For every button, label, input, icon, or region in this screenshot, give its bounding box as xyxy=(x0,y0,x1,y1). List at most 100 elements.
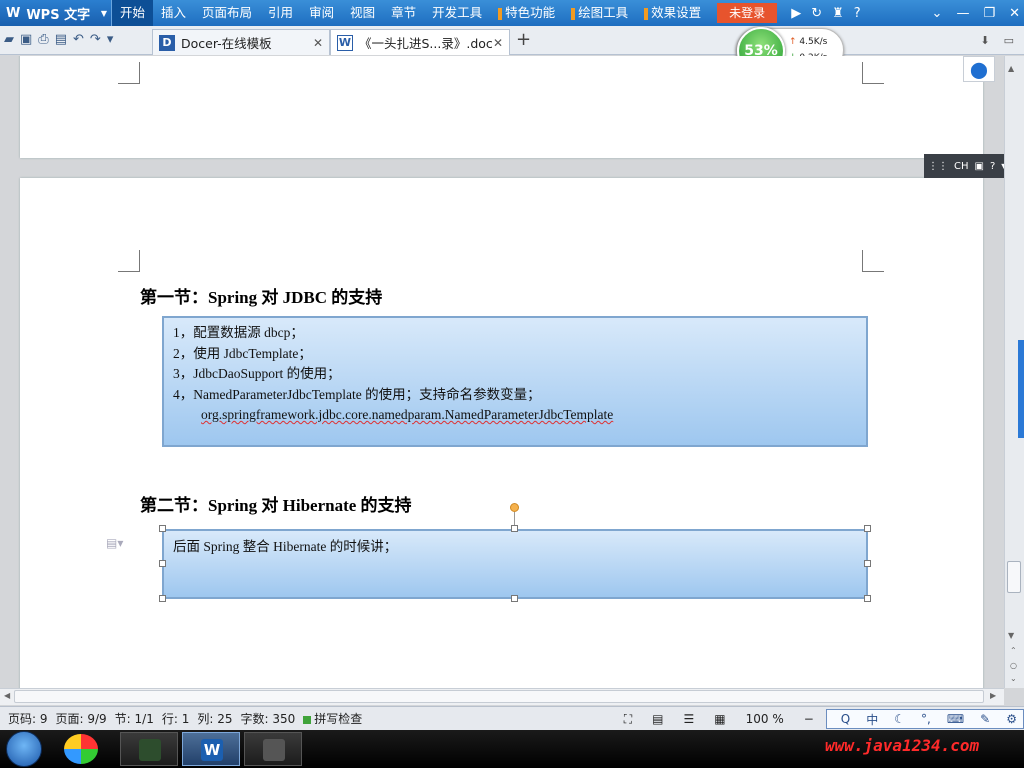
taskbar-app-capture[interactable] xyxy=(244,732,302,766)
spell-check-toggle[interactable]: 拼写检查 xyxy=(303,710,362,727)
tab-drawing-tools[interactable]: 绘图工具 xyxy=(563,0,636,26)
tab-page-layout[interactable]: 页面布局 xyxy=(194,0,260,26)
save-icon[interactable]: ▣ xyxy=(20,32,32,47)
resize-handle[interactable] xyxy=(511,525,518,532)
tab-current-document[interactable]: W 《一头扎进S...录》.doc ✕ xyxy=(330,29,510,55)
section-heading-1[interactable]: 第一节：Spring 对 JDBC 的支持 xyxy=(140,283,382,308)
tools-icon[interactable]: ✎ xyxy=(980,712,990,726)
taskbar-app-wps[interactable]: W xyxy=(182,732,240,766)
list-item[interactable]: 2，使用 JdbcTemplate； xyxy=(173,344,866,365)
location-pin-icon[interactable]: ⬤ xyxy=(963,56,995,82)
resize-handle[interactable] xyxy=(864,560,871,567)
status-word-count[interactable]: 字数: 350 xyxy=(240,710,295,727)
resize-handle[interactable] xyxy=(159,595,166,602)
zoom-out-icon[interactable]: − xyxy=(804,712,814,726)
input-method-icon[interactable]: ▣ xyxy=(975,161,984,172)
app-launcher-icon[interactable] xyxy=(64,734,98,764)
open-folder-icon[interactable]: ▰ xyxy=(4,32,14,47)
refresh-icon[interactable]: ↻ xyxy=(811,6,822,21)
document-tab-bar: ▰ ▣ ⎙ ▤ ↶ ↷ ▾ D Docer-在线模板 ✕ W 《一头扎进S...… xyxy=(0,26,1024,55)
restore-icon[interactable]: ❐ xyxy=(983,6,995,21)
chevron-down-icon[interactable]: ▾ xyxy=(107,32,114,47)
status-row[interactable]: 行: 1 xyxy=(162,710,190,727)
tab-insert[interactable]: 插入 xyxy=(153,0,194,26)
resize-handle[interactable] xyxy=(511,595,518,602)
next-page-icon[interactable]: ⌄ xyxy=(1010,674,1017,683)
chevron-down-icon[interactable]: ⌄ xyxy=(932,6,943,21)
ime-logo-icon[interactable]: Q xyxy=(841,712,850,726)
status-pages[interactable]: 页面: 9/9 xyxy=(56,710,107,727)
full-screen-view-icon[interactable]: ⛶ xyxy=(624,712,632,727)
settings-icon[interactable]: ⚙ xyxy=(1006,712,1017,726)
ime-mode[interactable]: 中 xyxy=(866,711,878,728)
status-col[interactable]: 列: 25 xyxy=(197,710,232,727)
skin-icon[interactable]: ♜ xyxy=(832,6,844,21)
status-bar: 页码: 9 页面: 9/9 节: 1/1 行: 1 列: 25 字数: 350 … xyxy=(0,706,1024,730)
play-icon[interactable]: ▶ xyxy=(791,6,801,21)
moon-icon[interactable]: ☾ xyxy=(894,712,905,726)
scroll-right-icon[interactable]: ▶ xyxy=(990,691,996,700)
page-current[interactable]: 第一节：Spring 对 JDBC 的支持 1，配置数据源 dbcp； 2，使用… xyxy=(20,178,983,688)
keyboard-icon[interactable]: ⌨ xyxy=(947,712,964,726)
scroll-thumb[interactable] xyxy=(14,690,984,703)
close-icon[interactable]: ✕ xyxy=(313,36,323,50)
list-item[interactable]: 4，NamedParameterJdbcTemplate 的使用；支持命名参数变… xyxy=(173,385,866,406)
document-workspace[interactable]: 第一节：Spring 对 JDBC 的支持 1，配置数据源 dbcp； 2，使用… xyxy=(0,56,1004,688)
resize-handle[interactable] xyxy=(159,525,166,532)
select-browse-object-icon[interactable]: ○ xyxy=(1010,661,1017,670)
close-icon[interactable]: ✕ xyxy=(1009,6,1020,21)
tab-view[interactable]: 视图 xyxy=(342,0,383,26)
minimize-icon[interactable]: — xyxy=(956,6,969,21)
print-preview-icon[interactable]: ▤ xyxy=(55,32,67,47)
close-icon[interactable]: ✕ xyxy=(493,36,503,50)
print-icon[interactable]: ⎙ xyxy=(38,32,48,47)
textbox-hibernate[interactable]: 后面 Spring 整合 Hibernate 的时候讲； xyxy=(162,529,868,599)
pin-icon[interactable]: ⬇ xyxy=(980,34,989,47)
page-view-icon[interactable]: ▤ xyxy=(652,712,663,726)
list-item[interactable]: 3，JdbcDaoSupport 的使用； xyxy=(173,364,866,385)
tab-chapter[interactable]: 章节 xyxy=(383,0,424,26)
tab-developer[interactable]: 开发工具 xyxy=(424,0,490,26)
tab-home[interactable]: 开始 xyxy=(112,0,154,26)
side-panel-toggle[interactable] xyxy=(1018,340,1024,438)
help-icon[interactable]: ? xyxy=(990,161,995,172)
paste-options-icon[interactable]: ▤▾ xyxy=(106,536,123,550)
list-item[interactable]: 1，配置数据源 dbcp； xyxy=(173,323,866,344)
redo-icon[interactable]: ↷ xyxy=(90,32,101,47)
undo-icon[interactable]: ↶ xyxy=(73,32,84,47)
scroll-down-icon[interactable]: ▼ xyxy=(1008,631,1014,640)
tab-special-features[interactable]: 特色功能 xyxy=(490,0,563,26)
new-tab-plus-icon[interactable]: + xyxy=(516,29,531,50)
section-heading-2[interactable]: 第二节：Spring 对 Hibernate 的支持 xyxy=(140,491,412,516)
scroll-up-icon[interactable]: ▲ xyxy=(1008,64,1014,73)
fullscreen-icon[interactable]: ▭ xyxy=(1004,34,1014,47)
scroll-thumb[interactable] xyxy=(1007,561,1021,593)
grip-icon[interactable]: ⋮⋮ xyxy=(928,161,948,172)
list-item[interactable]: 后面 Spring 整合 Hibernate 的时候讲； xyxy=(173,537,866,558)
prev-page-icon[interactable]: ⌃ xyxy=(1010,646,1017,655)
tab-review[interactable]: 审阅 xyxy=(301,0,342,26)
resize-handle[interactable] xyxy=(864,525,871,532)
zoom-level[interactable]: 100 % xyxy=(746,712,784,726)
status-page-code[interactable]: 页码: 9 xyxy=(8,710,48,727)
status-section[interactable]: 节: 1/1 xyxy=(115,710,154,727)
outline-view-icon[interactable]: ☰ xyxy=(683,712,694,726)
scroll-left-icon[interactable]: ◀ xyxy=(4,691,10,700)
horizontal-scrollbar[interactable]: ◀ ▶ xyxy=(0,688,1004,705)
list-item[interactable]: org.springframework.jdbc.core.namedparam… xyxy=(173,405,866,426)
language-indicator[interactable]: CH xyxy=(954,161,969,172)
tab-docer-templates[interactable]: D Docer-在线模板 ✕ xyxy=(152,29,330,55)
taskbar-app-recorder[interactable] xyxy=(120,732,178,766)
resize-handle[interactable] xyxy=(159,560,166,567)
wps-app-menu-button[interactable]: W WPS 文字 ▼ xyxy=(0,0,112,26)
textbox-jdbc[interactable]: 1，配置数据源 dbcp； 2，使用 JdbcTemplate； 3，JdbcD… xyxy=(162,316,868,447)
tab-references[interactable]: 引用 xyxy=(260,0,301,26)
resize-handle[interactable] xyxy=(864,595,871,602)
login-button[interactable]: 未登录 xyxy=(717,3,778,23)
rotate-handle[interactable] xyxy=(510,503,519,512)
web-view-icon[interactable]: ▦ xyxy=(714,712,725,726)
tab-effect-settings[interactable]: 效果设置 xyxy=(636,0,709,26)
punctuation-icon[interactable]: °, xyxy=(921,712,931,726)
help-icon[interactable]: ? xyxy=(854,6,861,21)
start-button-icon[interactable] xyxy=(6,731,42,767)
